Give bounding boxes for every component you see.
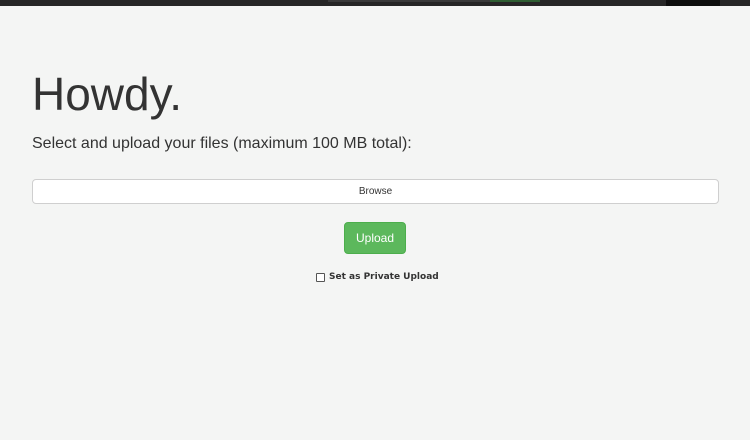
- top-bar-block: [666, 0, 720, 6]
- private-upload-checkbox[interactable]: [316, 272, 325, 282]
- upload-instructions: Select and upload your files (maximum 10…: [32, 135, 412, 152]
- upload-button[interactable]: Upload: [344, 222, 406, 254]
- private-upload-option[interactable]: Set as Private Upload: [316, 271, 439, 283]
- top-bar: [0, 0, 750, 6]
- top-bar-accent: [490, 0, 540, 2]
- page-title: Howdy.: [32, 68, 182, 120]
- browse-label: Browse: [358, 186, 393, 197]
- upload-button-label: Upload: [355, 231, 395, 245]
- browse-file-input[interactable]: Browse: [32, 179, 719, 204]
- private-upload-label: Set as Private Upload: [329, 272, 439, 282]
